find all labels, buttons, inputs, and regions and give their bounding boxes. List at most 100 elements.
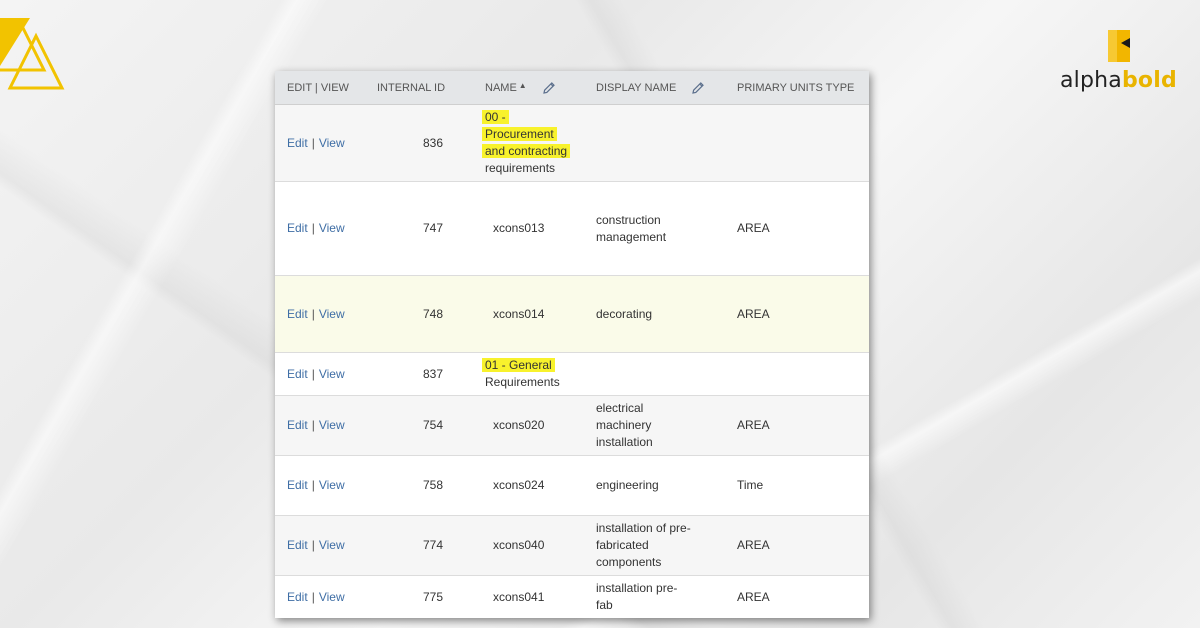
- view-link[interactable]: View: [319, 367, 345, 381]
- display-name-cell: decorating: [584, 275, 725, 353]
- units-type-cell: [725, 352, 869, 396]
- internal-id-cell: 775: [365, 575, 473, 618]
- name-line: 00 -: [485, 110, 506, 124]
- internal-id-cell: 837: [365, 352, 473, 396]
- edit-view-cell: Edit | View: [275, 575, 365, 618]
- name-cell: xcons040: [473, 515, 584, 576]
- name-line: 01 - General: [485, 358, 552, 372]
- header-name-label: NAME: [485, 81, 517, 94]
- display-line: construction: [596, 212, 661, 227]
- units-type-cell: AREA: [725, 395, 869, 456]
- brand-wordmark: alphabold: [1060, 68, 1177, 93]
- search-results-panel: EDIT | VIEW INTERNAL ID NAME ▲ DISPLAY NA…: [275, 71, 869, 618]
- table-row: Edit | View 837 01 - General Requirements: [275, 352, 869, 396]
- header-primary-units-type[interactable]: PRIMARY UNITS TYPE: [725, 71, 869, 105]
- pencil-icon[interactable]: [542, 81, 556, 95]
- triangle-logo-icon: [0, 18, 65, 90]
- internal-id-cell: 754: [365, 395, 473, 456]
- name-cell: 01 - General Requirements: [473, 352, 584, 396]
- edit-link[interactable]: Edit: [287, 136, 308, 150]
- display-name-cell: construction management: [584, 181, 725, 276]
- internal-id-cell: 774: [365, 515, 473, 576]
- units-type-cell: AREA: [725, 275, 869, 353]
- edit-link[interactable]: Edit: [287, 478, 308, 492]
- display-line: machinery: [596, 418, 652, 432]
- link-separator: |: [311, 418, 315, 432]
- units-type-cell: AREA: [725, 575, 869, 618]
- display-line: installation: [596, 435, 653, 449]
- link-separator: |: [311, 221, 315, 235]
- units-type-cell: AREA: [725, 515, 869, 576]
- display-line: installation of pre-: [596, 521, 691, 535]
- name-cell: xcons041: [473, 575, 584, 618]
- view-link[interactable]: View: [319, 307, 345, 321]
- link-separator: |: [311, 478, 315, 492]
- edit-link[interactable]: Edit: [287, 367, 308, 381]
- view-link[interactable]: View: [319, 221, 345, 235]
- edit-link[interactable]: Edit: [287, 590, 308, 604]
- display-name-cell: installation pre-fab: [584, 575, 725, 618]
- header-edit-view: EDIT | VIEW: [275, 71, 365, 105]
- display-name-cell: electrical machinery installation: [584, 395, 725, 456]
- display-name-cell: installation of pre-fabricated components: [584, 515, 725, 576]
- table-row: Edit | View 747 xcons013 construction manag…: [275, 181, 869, 276]
- display-line: fab: [596, 598, 613, 612]
- table-row: Edit | View 836 00 - Procurement and contr…: [275, 104, 869, 182]
- edit-view-cell: Edit | View: [275, 181, 365, 276]
- display-line: fabricated: [596, 538, 649, 552]
- view-link[interactable]: View: [319, 418, 345, 432]
- name-cell: xcons013: [473, 181, 584, 276]
- name-cell: xcons020: [473, 395, 584, 456]
- table-row: Edit | View 775 xcons041 installation pre-…: [275, 575, 869, 618]
- view-link[interactable]: View: [319, 590, 345, 604]
- display-name-cell: [584, 352, 725, 396]
- link-separator: |: [311, 306, 315, 321]
- header-name[interactable]: NAME ▲: [473, 71, 584, 105]
- table-row: Edit | View 774 xcons040 installation of p…: [275, 515, 869, 576]
- display-line: installation pre-: [596, 581, 678, 595]
- display-name-cell: [584, 104, 725, 182]
- name-line: requirements: [485, 161, 556, 175]
- name-line: Procurement: [485, 127, 554, 141]
- view-link[interactable]: View: [319, 478, 345, 492]
- view-link[interactable]: View: [319, 538, 345, 552]
- alphabold-mark-icon: [1108, 30, 1130, 62]
- table-header-row: EDIT | VIEW INTERNAL ID NAME ▲ DISPLAY NA…: [275, 71, 869, 105]
- edit-view-cell: Edit | View: [275, 395, 365, 456]
- edit-view-cell: Edit | View: [275, 352, 365, 396]
- units-type-cell: [725, 104, 869, 182]
- display-line: electrical: [596, 401, 644, 415]
- link-separator: |: [311, 589, 315, 604]
- internal-id-cell: 758: [365, 455, 473, 516]
- display-name-cell: engineering: [584, 455, 725, 516]
- internal-id-cell: 836: [365, 104, 473, 182]
- edit-view-cell: Edit | View: [275, 455, 365, 516]
- edit-link[interactable]: Edit: [287, 307, 308, 321]
- view-link[interactable]: View: [319, 136, 345, 150]
- sort-ascending-icon: ▲: [518, 81, 527, 91]
- header-display-name-label: DISPLAY NAME: [596, 81, 677, 94]
- alphabold-logo: alphabold: [1058, 28, 1178, 98]
- edit-link[interactable]: Edit: [287, 418, 308, 432]
- header-display-name[interactable]: DISPLAY NAME: [584, 71, 725, 105]
- table-row: Edit | View 758 xcons024 engineering Time: [275, 455, 869, 516]
- link-separator: |: [311, 538, 315, 552]
- name-line: Requirements: [485, 375, 560, 389]
- name-cell: xcons024: [473, 455, 584, 516]
- internal-id-cell: 747: [365, 181, 473, 276]
- link-separator: |: [311, 135, 315, 150]
- edit-link[interactable]: Edit: [287, 538, 308, 552]
- pencil-icon[interactable]: [691, 81, 705, 95]
- units-type-cell: AREA: [725, 181, 869, 276]
- header-internal-id[interactable]: INTERNAL ID: [365, 71, 473, 105]
- name-cell: xcons014: [473, 275, 584, 353]
- edit-link[interactable]: Edit: [287, 221, 308, 235]
- table-row: Edit | View 748 xcons014 decorating AREA: [275, 275, 869, 353]
- results-table: EDIT | VIEW INTERNAL ID NAME ▲ DISPLAY NA…: [275, 71, 869, 618]
- edit-view-cell: Edit | View: [275, 275, 365, 353]
- name-line: and contracting: [485, 144, 568, 158]
- display-line: components: [596, 555, 662, 569]
- edit-view-cell: Edit | View: [275, 104, 365, 182]
- name-cell: 00 - Procurement and contracting require…: [473, 104, 584, 182]
- link-separator: |: [311, 366, 315, 381]
